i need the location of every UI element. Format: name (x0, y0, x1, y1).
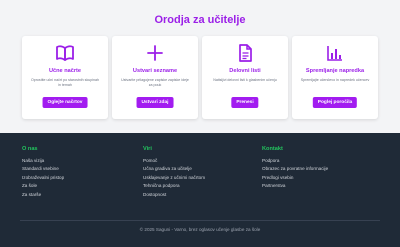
footer-column-resources: Viri Pomoč Učna gradiva za učitelje Uskl… (143, 146, 205, 199)
card-title: Spremljanje napredka (305, 68, 365, 74)
footer-link[interactable]: Naša vizija (22, 157, 64, 165)
footer-heading: Viri (143, 146, 152, 152)
card-create-lists: Ustvari sezname Ustvarite prilagojene za… (112, 36, 198, 119)
footer-heading: Kontakt (262, 146, 283, 152)
footer-link[interactable]: Partnerstva (262, 182, 328, 190)
footer-link[interactable]: Tehnična podpora (143, 182, 205, 190)
footer-link[interactable]: Pomoč (143, 157, 205, 165)
card-title: Učne načrte (48, 68, 82, 74)
card-description: Oprostite učni načrt po starostnih skupi… (30, 78, 100, 87)
footer-link[interactable]: Za šole (22, 182, 64, 190)
footer-link[interactable]: Predlogi vsebin (262, 174, 328, 182)
footer-link[interactable]: Podpora (262, 157, 328, 165)
create-now-button[interactable]: Ustvari zdaj (136, 97, 174, 108)
footer-link[interactable]: Obrazec za povratne informacije (262, 165, 328, 173)
card-description: Ustvarite prilagojene zapiske zapiske id… (121, 78, 189, 87)
footer-link[interactable]: Izobraževalni pristop (22, 174, 64, 182)
footer-link[interactable]: Standardi vsebine (22, 165, 64, 173)
download-button[interactable]: Prenesi (231, 97, 259, 108)
footer-column-about: O nas Naša vizija Standardi vsebine Izob… (22, 146, 64, 199)
footer-link[interactable]: Dostopnost (143, 191, 205, 199)
plus-icon (112, 44, 198, 62)
footer-link[interactable]: Za starše (22, 191, 64, 199)
tools-section: Orodja za učitelje Učne načrte Oprostite… (0, 0, 400, 133)
book-icon (22, 44, 108, 62)
footer: O nas Naša vizija Standardi vsebine Izob… (0, 133, 400, 247)
card-title: Delovni listi (229, 68, 261, 74)
footer-heading: O nas (22, 146, 38, 152)
copyright: © 2025 Saguni - Varno, brez oglasov učen… (139, 227, 261, 232)
card-worksheets: Delovni listi Natisljivi delovni listi k… (202, 36, 288, 119)
view-plans-button[interactable]: Oglejte načrtov (42, 97, 88, 108)
footer-link[interactable]: Usklajevanje z učnimi načrtom (143, 174, 205, 182)
view-reports-button[interactable]: Poglej poročila (312, 97, 358, 108)
page-title: Orodja za učitelje (154, 14, 246, 26)
footer-link[interactable]: Učna gradiva za učitelje (143, 165, 205, 173)
card-description: Spremljajte učenčevo in napredek učencev (300, 78, 370, 82)
footer-column-contact: Kontakt Podpora Obrazec za povratne info… (262, 146, 328, 191)
card-description: Natisljivi delovni listi k glasbenim uče… (213, 78, 277, 82)
document-icon (202, 44, 288, 62)
card-title: Ustvari sezname (132, 68, 178, 74)
footer-divider (20, 220, 380, 221)
bar-chart-icon (292, 44, 378, 62)
card-progress-tracking: Spremljanje napredka Spremljajte učenčev… (292, 36, 378, 119)
card-lesson-plans: Učne načrte Oprostite učni načrt po star… (22, 36, 108, 119)
